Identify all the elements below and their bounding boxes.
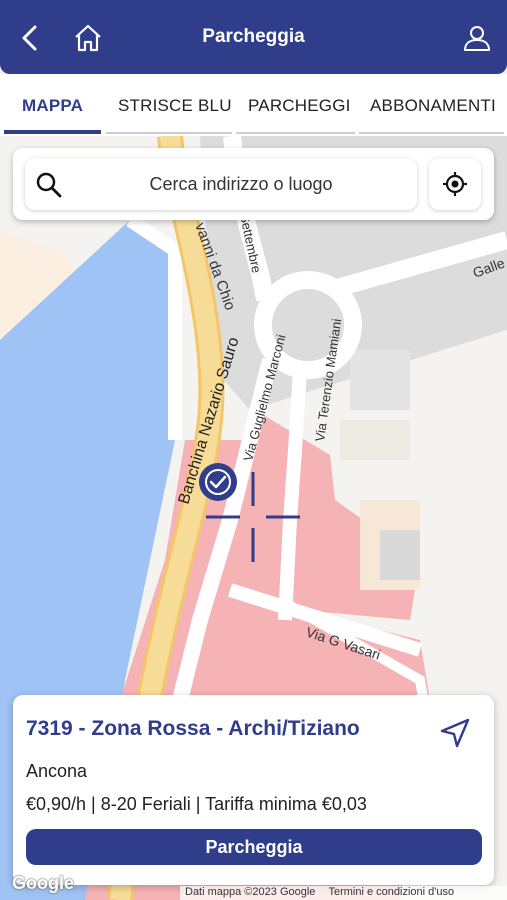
zone-info-card: 7319 - Zona Rossa - Archi/Tiziano Ancona… [13,695,494,885]
zone-title: 7319 - Zona Rossa - Archi/Tiziano [26,717,360,740]
navigation-arrow-icon[interactable] [437,715,473,751]
tab-indicator [106,132,232,134]
tab-indicator-active [4,130,101,134]
zone-rate: €0,90/h | 8-20 Feriali | Tariffa minima … [26,794,367,814]
search-input[interactable]: Cerca indirizzo o luogo [25,158,417,210]
profile-button[interactable] [459,20,495,56]
page-title: Parcheggia [202,26,305,47]
user-icon [464,26,490,51]
locate-button[interactable] [429,158,481,210]
map-data-credit: Dati mappa ©2023 Google [185,886,316,898]
search-placeholder: Cerca indirizzo o luogo [149,174,333,194]
app-header: Parcheggia [0,0,507,74]
search-card: Cerca indirizzo o luogo [13,148,494,220]
tab-abbonamenti[interactable]: ABBONAMENTI [370,96,496,116]
parking-pin-icon[interactable] [199,463,237,501]
tab-indicator [236,132,355,134]
park-button[interactable]: Parcheggia [26,829,482,865]
crosshair-icon [443,172,467,196]
tab-bar: MAPPA STRISCE BLU PARCHEGGI ABBONAMENTI [0,74,507,136]
map-credits: Dati mappa ©2023 Google Termini e condiz… [180,886,507,900]
tab-mappa[interactable]: MAPPA [22,96,83,116]
google-logo: Google [12,873,74,893]
tab-strisce-blu[interactable]: STRISCE BLU [118,96,232,116]
zone-city: Ancona [26,761,88,781]
tab-indicator [359,132,504,134]
tab-parcheggi[interactable]: PARCHEGGI [248,96,351,116]
terms-link[interactable]: Termini e condizioni d'uso [328,886,454,898]
